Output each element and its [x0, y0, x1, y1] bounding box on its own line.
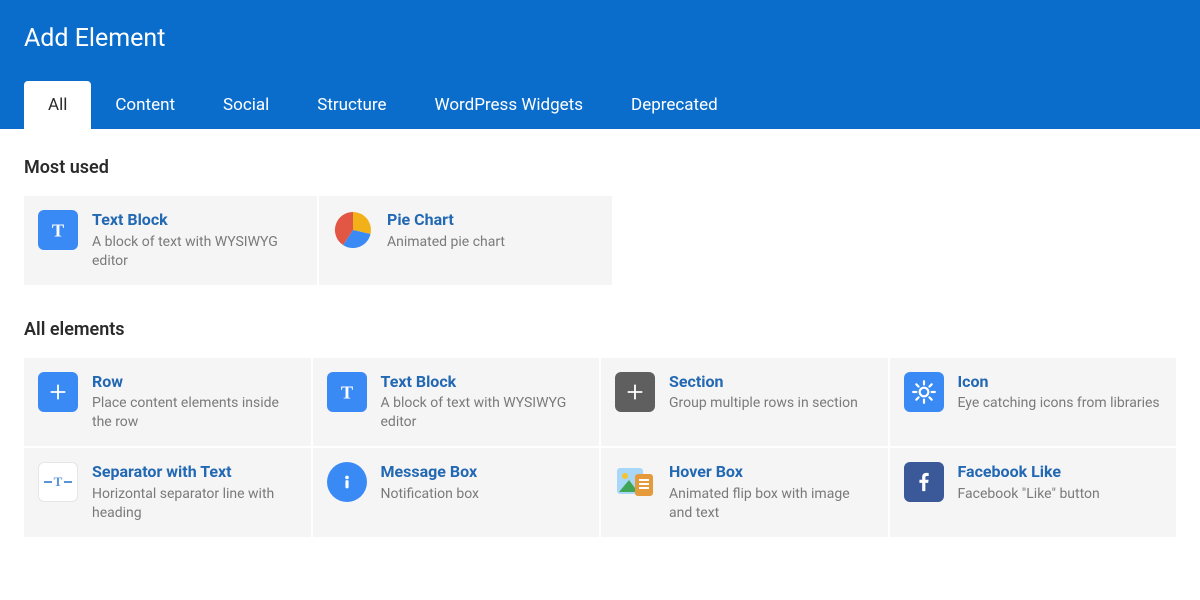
card-title: Pie Chart — [387, 210, 598, 231]
card-text: Message Box Notification box — [381, 462, 586, 504]
card-title: Row — [92, 372, 297, 393]
card-subtitle: Animated pie chart — [387, 233, 598, 252]
facebook-icon — [904, 462, 944, 502]
header-bar: Add Element All Content Social Structure… — [0, 0, 1200, 129]
card-text: Text Block A block of text with WYSIWYG … — [92, 210, 303, 271]
pie-chart-icon — [333, 210, 373, 250]
card-subtitle: A block of text with WYSIWYG editor — [92, 233, 303, 271]
element-card-separator-with-text[interactable]: T Separator with Text Horizontal separat… — [24, 448, 311, 537]
element-card-message-box[interactable]: Message Box Notification box — [313, 448, 600, 537]
card-subtitle: Facebook "Like" button — [958, 485, 1163, 504]
tab-wordpress-widgets[interactable]: WordPress Widgets — [411, 81, 608, 129]
card-text: Facebook Like Facebook "Like" button — [958, 462, 1163, 504]
info-icon — [327, 462, 367, 502]
tabs: All Content Social Structure WordPress W… — [24, 81, 1176, 129]
card-text: Hover Box Animated flip box with image a… — [669, 462, 874, 523]
element-card-facebook-like[interactable]: Facebook Like Facebook "Like" button — [890, 448, 1177, 537]
grid-most-used: T Text Block A block of text with WYSIWY… — [24, 196, 1176, 285]
card-subtitle: A block of text with WYSIWYG editor — [381, 394, 586, 432]
element-card-hover-box[interactable]: Hover Box Animated flip box with image a… — [601, 448, 888, 537]
element-card-text-block[interactable]: T Text Block A block of text with WYSIWY… — [24, 196, 317, 285]
card-subtitle: Place content elements inside the row — [92, 394, 297, 432]
card-subtitle: Group multiple rows in section — [669, 394, 874, 413]
element-card-section[interactable]: Section Group multiple rows in section — [601, 358, 888, 447]
card-title: Text Block — [92, 210, 303, 231]
tab-deprecated[interactable]: Deprecated — [607, 81, 742, 129]
text-block-icon: T — [38, 210, 78, 250]
tab-structure[interactable]: Structure — [293, 81, 410, 129]
card-text: Section Group multiple rows in section — [669, 372, 874, 414]
card-title: Facebook Like — [958, 462, 1163, 483]
card-title: Section — [669, 372, 874, 393]
svg-text:T: T — [340, 382, 352, 402]
card-subtitle: Notification box — [381, 485, 586, 504]
section-title-most-used: Most used — [24, 157, 1176, 178]
page-title: Add Element — [24, 24, 1176, 53]
card-title: Hover Box — [669, 462, 874, 483]
card-title: Icon — [958, 372, 1163, 393]
card-text: Text Block A block of text with WYSIWYG … — [381, 372, 586, 433]
card-text: Separator with Text Horizontal separator… — [92, 462, 297, 523]
element-card-text-block[interactable]: T Text Block A block of text with WYSIWY… — [313, 358, 600, 447]
tab-content[interactable]: Content — [91, 81, 199, 129]
element-card-row[interactable]: Row Place content elements inside the ro… — [24, 358, 311, 447]
separator-icon: T — [38, 462, 78, 502]
sun-icon — [904, 372, 944, 412]
svg-text:T: T — [54, 474, 63, 489]
card-text: Pie Chart Animated pie chart — [387, 210, 598, 252]
card-text: Icon Eye catching icons from libraries — [958, 372, 1163, 414]
section-title-all-elements: All elements — [24, 319, 1176, 340]
card-title: Separator with Text — [92, 462, 297, 483]
element-card-pie-chart[interactable]: Pie Chart Animated pie chart — [319, 196, 612, 285]
body: Most used T Text Block A block of text w… — [0, 129, 1200, 537]
tab-social[interactable]: Social — [199, 81, 293, 129]
svg-text:T: T — [52, 220, 64, 240]
plus-icon — [615, 372, 655, 412]
text-block-icon: T — [327, 372, 367, 412]
card-subtitle: Animated flip box with image and text — [669, 485, 874, 523]
card-subtitle: Eye catching icons from libraries — [958, 394, 1163, 413]
card-title: Message Box — [381, 462, 586, 483]
grid-all-elements: Row Place content elements inside the ro… — [24, 358, 1176, 537]
hover-box-icon — [615, 462, 655, 502]
plus-icon — [38, 372, 78, 412]
card-title: Text Block — [381, 372, 586, 393]
card-text: Row Place content elements inside the ro… — [92, 372, 297, 433]
element-card-icon[interactable]: Icon Eye catching icons from libraries — [890, 358, 1177, 447]
tab-all[interactable]: All — [24, 81, 91, 129]
card-subtitle: Horizontal separator line with heading — [92, 485, 297, 523]
